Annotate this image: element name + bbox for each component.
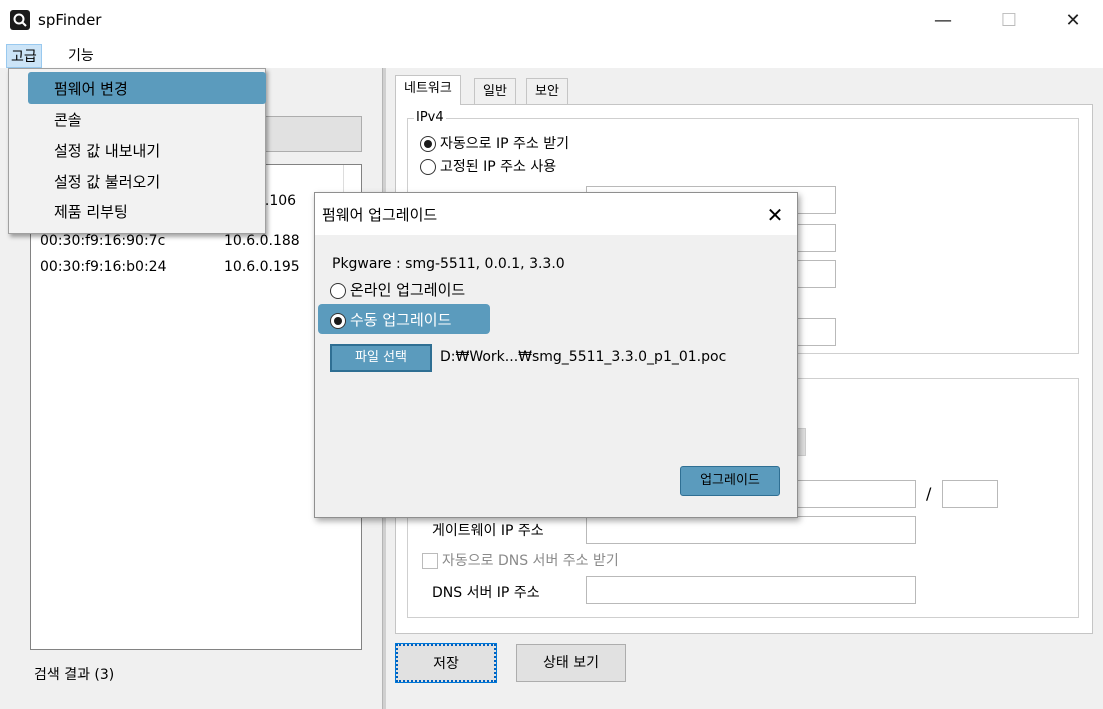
menu-item-console[interactable]: 콘솔 [30,105,264,135]
online-upgrade-radio[interactable]: 온라인 업그레이드 [330,280,465,300]
maximize-button[interactable]: ☐ [986,6,1032,36]
upgrade-button[interactable]: 업그레이드 [680,466,780,496]
menu-advanced[interactable]: 고급 [6,44,42,68]
radio-selected-icon [330,312,346,329]
menu-item-reboot[interactable]: 제품 리부팅 [30,197,264,227]
list-cell-mac[interactable]: 00:30:f9:16:b0:24 [40,256,166,278]
window-title: spFinder [38,11,102,29]
list-cell-ip[interactable]: 10.6.0.195 [224,256,300,278]
dns-ip-field[interactable] [586,576,916,604]
static-ip-radio[interactable]: 고정된 IP 주소 사용 [420,157,556,177]
tab-network[interactable]: 네트워크 [395,75,461,105]
auto-ip-radio[interactable]: 자동으로 IP 주소 받기 [420,134,569,154]
gateway-ip-field[interactable] [586,516,916,544]
app-logo-icon [10,10,30,30]
dns-ip-label: DNS 서버 IP 주소 [432,585,540,601]
minimize-button[interactable]: — [920,6,966,36]
tab-security[interactable]: 보안 [526,78,568,104]
search-result-count: 검색 결과 (3) [34,667,115,683]
menu-bar [0,42,1103,68]
auto-dns-checkbox[interactable]: 자동으로 DNS 서버 주소 받기 [422,550,619,570]
manual-upgrade-radio[interactable]: 수동 업그레이드 [330,310,451,330]
tab-general[interactable]: 일반 [474,78,516,104]
menu-item-export-settings[interactable]: 설정 값 내보내기 [30,136,264,166]
radio-icon [420,159,436,175]
menu-item-import-settings[interactable]: 설정 값 불러오기 [30,167,264,197]
slash-separator: / [926,484,932,503]
ipv4-legend: IPv4 [414,110,446,125]
radio-selected-icon [420,136,436,152]
checkbox-icon [422,553,438,569]
prefix-ip-field[interactable] [796,480,916,508]
close-button[interactable]: ✕ [1050,6,1096,36]
menu-function[interactable]: 기능 [64,44,98,68]
file-select-button[interactable]: 파일 선택 [330,344,432,372]
selected-file-path: D:₩Work...₩smg_5511_3.3.0_p1_01.poc [440,349,727,365]
pkgware-info: Pkgware : smg-5511, 0.0.1, 3.3.0 [332,256,565,272]
prefix-length-field[interactable] [942,480,998,508]
status-view-button[interactable]: 상태 보기 [516,644,626,682]
menu-item-firmware-change[interactable]: 펌웨어 변경 [30,74,264,104]
dialog-close-button[interactable]: ✕ [760,200,790,230]
radio-icon [330,282,346,299]
dialog-title: 펌웨어 업그레이드 [322,206,438,224]
save-button[interactable]: 저장 [395,643,497,683]
gateway-ip-label: 게이트웨이 IP 주소 [432,523,544,539]
